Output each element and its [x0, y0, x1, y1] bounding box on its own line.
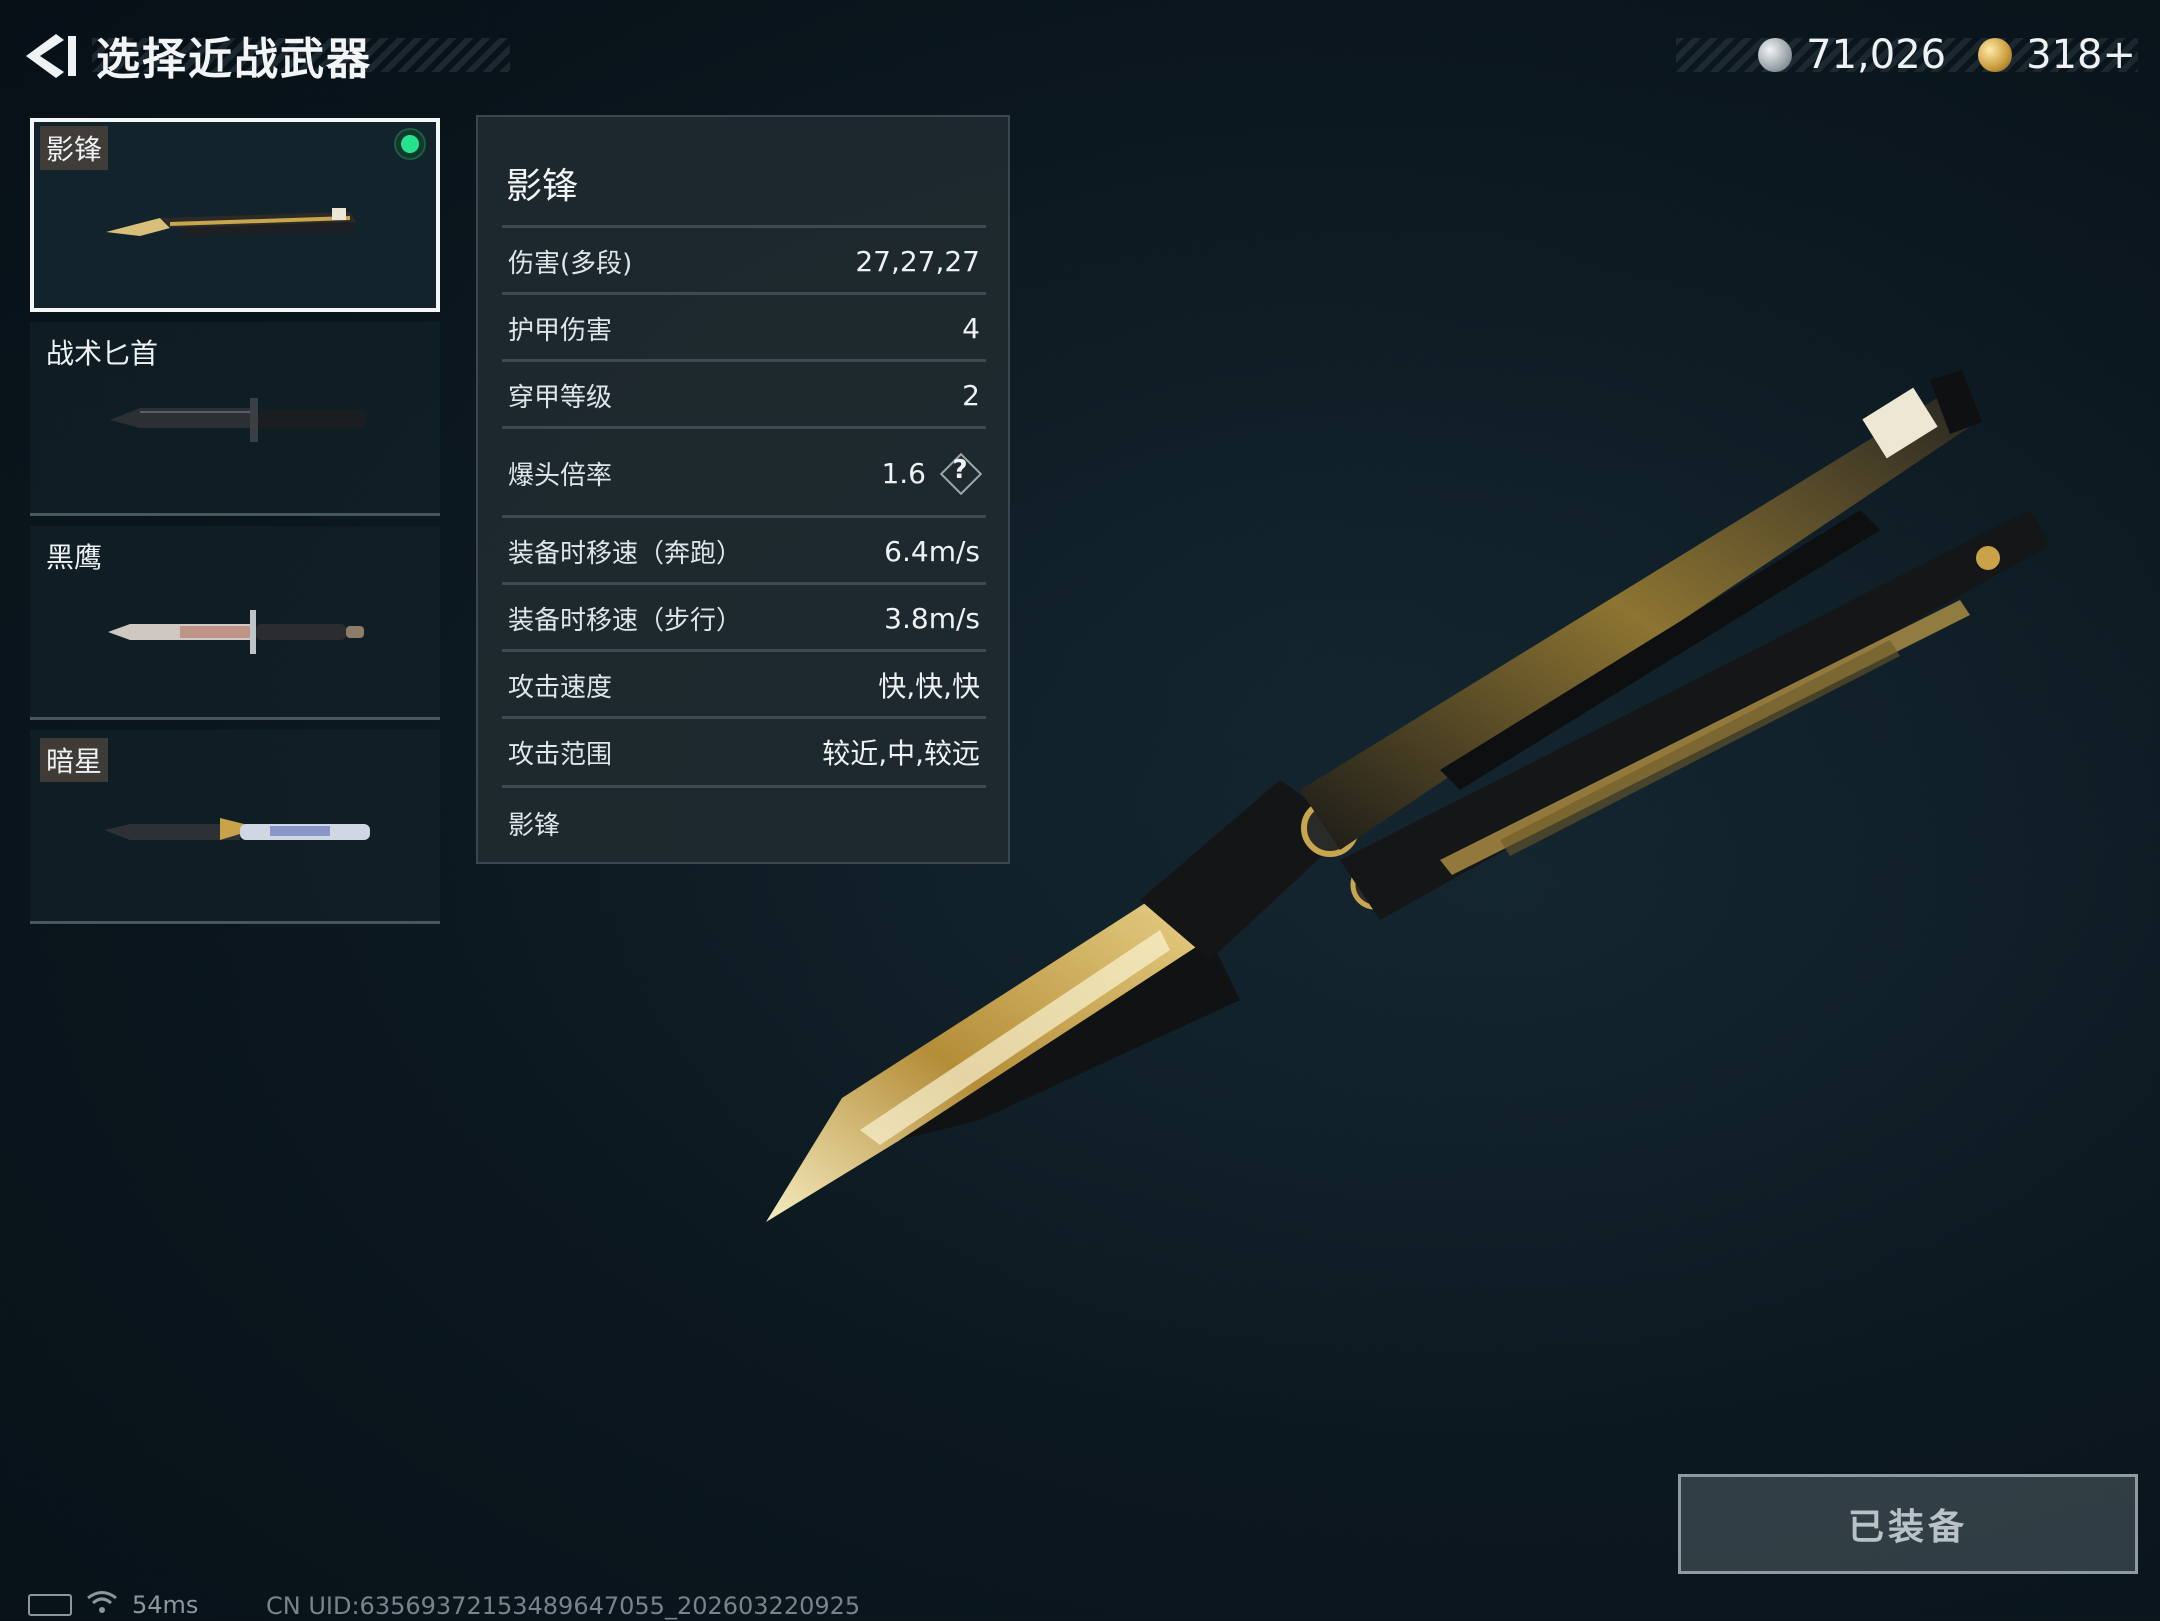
stat-row-armor-damage: 护甲伤害 4 — [502, 292, 986, 361]
stat-label: 护甲伤害 — [508, 315, 613, 346]
battery-icon — [28, 1594, 72, 1616]
stat-label: 装备时移速（奔跑） — [508, 538, 743, 569]
darkstar-knife-thumbnail-icon — [104, 818, 370, 840]
weapon-name: 影锋 — [40, 126, 109, 170]
page-title: 选择近战武器 — [96, 34, 372, 85]
stat-label: 装备时移速（步行） — [508, 605, 743, 636]
equipped-indicator-icon — [394, 128, 426, 160]
stat-label: 爆头倍率 — [508, 460, 613, 491]
uid-text: CN UID:63569372153489647055_202603220925 — [266, 1592, 861, 1620]
stat-value: 27,27,27 — [855, 244, 980, 278]
stat-value: 4 — [962, 311, 980, 345]
stat-label: 伤害(多段) — [508, 248, 633, 279]
back-arrow-icon — [26, 34, 76, 78]
currency-display: 71,026 318+ — [1758, 26, 2136, 84]
ping-value: 54ms — [132, 1591, 199, 1619]
stat-row-damage: 伤害(多段) 27,27,27 — [502, 225, 986, 294]
gold-coin-icon — [1978, 38, 2013, 72]
stat-label: 攻击速度 — [508, 672, 613, 703]
stats-panel-title: 影锋 — [506, 166, 579, 207]
gold-amount: 318+ — [2026, 32, 2136, 78]
weapon-card-shadowblade[interactable]: 影锋 — [30, 118, 440, 312]
weapon-card-darkstar[interactable]: 暗星 — [30, 730, 440, 924]
butterfly-knife-thumbnail-icon — [106, 208, 356, 236]
equipped-button-label: 已装备 — [1847, 1507, 1968, 1548]
back-button[interactable] — [22, 30, 80, 82]
top-header: 选择近战武器 71,026 318+ — [0, 0, 2160, 110]
weapon-name: 战术匕首 — [46, 337, 159, 370]
silver-amount: 71,026 — [1806, 32, 1947, 78]
wifi-icon — [86, 1589, 118, 1621]
silver-coin-icon — [1758, 38, 1793, 72]
stat-label: 攻击范围 — [508, 739, 613, 770]
status-bar: 54ms — [28, 1590, 198, 1620]
weapon-card-tactical-dagger[interactable]: 战术匕首 — [30, 322, 440, 516]
weapon-name: 黑鹰 — [46, 541, 103, 574]
weapon-list: 影锋 战术匕首 黑鹰 暗星 — [30, 118, 442, 934]
blackhawk-knife-thumbnail-icon — [108, 610, 364, 654]
weapon-card-blackhawk[interactable]: 黑鹰 — [30, 526, 440, 720]
stat-label: 穿甲等级 — [508, 382, 613, 413]
weapon-name: 暗星 — [40, 738, 109, 782]
page-title-wrap: 选择近战武器 — [96, 26, 372, 85]
butterfly-knife-model-icon — [766, 370, 2050, 1222]
tactical-dagger-thumbnail-icon — [110, 398, 366, 442]
equipped-button[interactable]: 已装备 — [1678, 1474, 2138, 1574]
stats-panel-footer: 影锋 — [508, 811, 561, 841]
